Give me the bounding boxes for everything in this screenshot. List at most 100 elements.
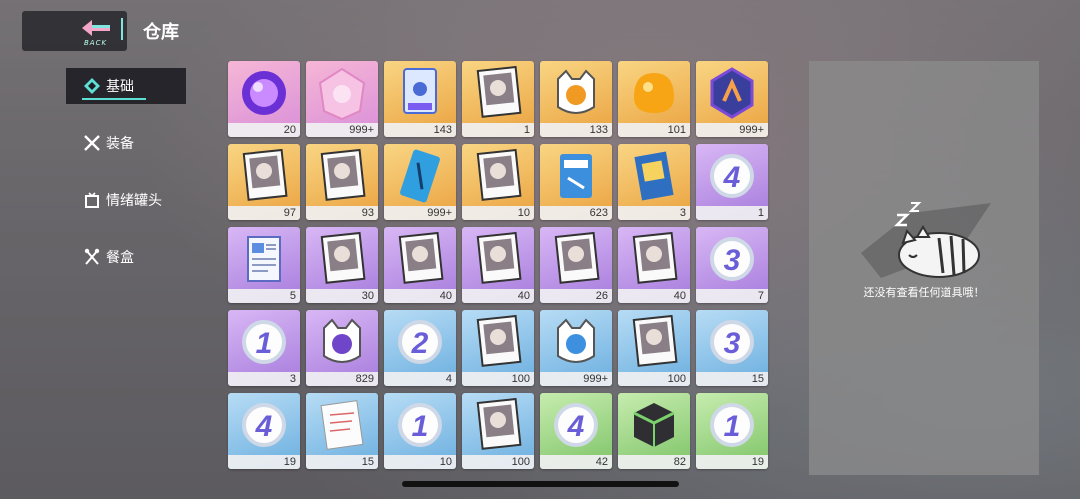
item-slot-hex-badge[interactable]: 999+ <box>696 61 768 137</box>
item-count: 623 <box>589 207 608 219</box>
item-slot-portrait-card[interactable]: 100 <box>462 310 534 386</box>
document-icon <box>247 236 281 282</box>
blue-card-icon <box>400 149 440 203</box>
badge-1-icon: 1 <box>710 403 754 447</box>
item-slot-amber-gem[interactable]: 101 <box>618 61 690 137</box>
svg-text:1: 1 <box>412 410 429 443</box>
sidebar-item-label: 装备 <box>106 136 134 152</box>
item-slot-cat-capsule-orange[interactable]: 133 <box>540 61 612 137</box>
item-slot-badge-1[interactable]: 1 19 <box>696 393 768 469</box>
item-slot-blue-ticket[interactable]: 623 <box>540 144 612 220</box>
empty-detail-text: 还没有查看任何道具哦！ <box>863 286 985 299</box>
portrait-card-icon <box>476 65 522 118</box>
item-slot-badge-3[interactable]: 37 <box>696 227 768 303</box>
item-slot-portrait-card[interactable]: 26 <box>540 227 612 303</box>
item-count: 999+ <box>349 124 374 136</box>
item-count: 829 <box>355 373 374 385</box>
item-count: 10 <box>517 207 530 219</box>
item-slot-portrait-card[interactable]: 100 <box>618 310 690 386</box>
item-slot-pink-crystal[interactable]: 999+ <box>306 61 378 137</box>
item-count: 5 <box>289 290 296 302</box>
item-count: 19 <box>283 456 296 468</box>
item-count: 100 <box>667 373 686 385</box>
sleeping-cat-icon <box>861 202 991 278</box>
item-slot-portrait-card[interactable]: 40 <box>384 227 456 303</box>
sidebar-item-basic[interactable]: 基础 <box>66 68 186 104</box>
item-count: 93 <box>361 207 374 219</box>
item-slot-badge-3[interactable]: 3 15 <box>696 310 768 386</box>
item-count: 15 <box>361 456 374 468</box>
portrait-card-icon <box>242 148 288 201</box>
item-slot-portrait-card[interactable]: 40 <box>618 227 690 303</box>
item-slot-portrait-card[interactable]: 30 <box>306 227 378 303</box>
svg-text:1: 1 <box>256 327 273 360</box>
svg-text:4: 4 <box>255 410 273 443</box>
item-count: 1 <box>757 207 764 219</box>
amber-gem-icon <box>634 73 674 113</box>
cat-capsule-blue-icon <box>557 318 595 363</box>
item-slot-badge-4[interactable]: 41 <box>696 144 768 220</box>
item-slot-green-box[interactable]: 82 <box>618 393 690 469</box>
item-count: 26 <box>595 290 608 302</box>
sidebar-item-emotion-can[interactable]: 情绪罐头 <box>66 182 186 218</box>
hex-badge-icon <box>710 67 754 119</box>
item-count: 7 <box>757 290 764 302</box>
item-grid: 20 999+ 143 1 133 101 999+ 97 93 999+ 10 623 3 4 1 5 30 4… <box>228 61 768 469</box>
item-slot-badge-1[interactable]: 1 10 <box>384 393 456 469</box>
item-slot-portrait-card[interactable]: 10 <box>462 144 534 220</box>
back-label: BACK <box>84 39 108 47</box>
item-count: 30 <box>361 290 374 302</box>
home-indicator <box>402 481 679 487</box>
sidebar-item-label: 情绪罐头 <box>106 193 162 209</box>
item-slot-portrait-card[interactable]: 100 <box>462 393 534 469</box>
sidebar-item-lunchbox[interactable]: 餐盒 <box>66 239 186 275</box>
item-slot-cat-capsule-blue[interactable]: 999+ <box>540 310 612 386</box>
item-count: 1 <box>523 124 530 136</box>
item-slot-portrait-card[interactable]: 93 <box>306 144 378 220</box>
portrait-card-icon <box>398 231 444 284</box>
item-slot-portrait-card[interactable]: 1 <box>462 61 534 137</box>
badge-4-icon: 4 <box>554 403 598 447</box>
category-sidebar: 基础 装备 情绪罐头 餐盒 <box>66 68 186 296</box>
item-count: 10 <box>439 456 452 468</box>
item-count: 999+ <box>583 373 608 385</box>
pink-crystal-icon <box>318 67 366 121</box>
item-count: 40 <box>517 290 530 302</box>
badge-3-icon: 3 <box>710 237 754 281</box>
item-count: 133 <box>589 124 608 136</box>
item-slot-paper-note[interactable]: 15 <box>306 393 378 469</box>
item-slot-badge-4[interactable]: 4 42 <box>540 393 612 469</box>
item-detail-panel: 还没有查看任何道具哦！ <box>809 61 1039 475</box>
portrait-card-icon <box>476 314 522 367</box>
item-slot-paw-card[interactable]: 143 <box>384 61 456 137</box>
item-slot-blue-card[interactable]: 999+ <box>384 144 456 220</box>
fork-knife-icon <box>82 247 102 267</box>
sidebar-item-label: 餐盒 <box>106 250 134 266</box>
item-slot-blue-book[interactable]: 3 <box>618 144 690 220</box>
item-slot-portrait-card[interactable]: 40 <box>462 227 534 303</box>
cat-capsule-purple-icon <box>323 318 361 363</box>
item-slot-badge-4[interactable]: 4 19 <box>228 393 300 469</box>
badge-3-icon: 3 <box>710 320 754 364</box>
svg-text:2: 2 <box>411 327 429 360</box>
cat-capsule-orange-icon <box>557 69 595 114</box>
item-slot-badge-2[interactable]: 24 <box>384 310 456 386</box>
crossed-swords-icon <box>82 133 102 153</box>
item-count: 15 <box>751 373 764 385</box>
portrait-card-icon <box>476 231 522 284</box>
item-count: 100 <box>511 456 530 468</box>
item-slot-portrait-card[interactable]: 97 <box>228 144 300 220</box>
purple-orb-icon <box>242 71 286 115</box>
item-count: 3 <box>289 373 296 385</box>
svg-text:3: 3 <box>724 244 741 277</box>
back-button[interactable]: BACK <box>22 11 127 51</box>
item-slot-cat-capsule-purple[interactable]: 829 <box>306 310 378 386</box>
item-count: 19 <box>751 456 764 468</box>
badge-4-icon: 4 <box>242 403 286 447</box>
paper-note-icon <box>320 400 364 450</box>
item-slot-purple-orb[interactable]: 20 <box>228 61 300 137</box>
item-slot-document[interactable]: 5 <box>228 227 300 303</box>
sidebar-item-equipment[interactable]: 装备 <box>66 125 186 161</box>
svg-text:4: 4 <box>723 161 741 194</box>
item-slot-badge-1[interactable]: 13 <box>228 310 300 386</box>
